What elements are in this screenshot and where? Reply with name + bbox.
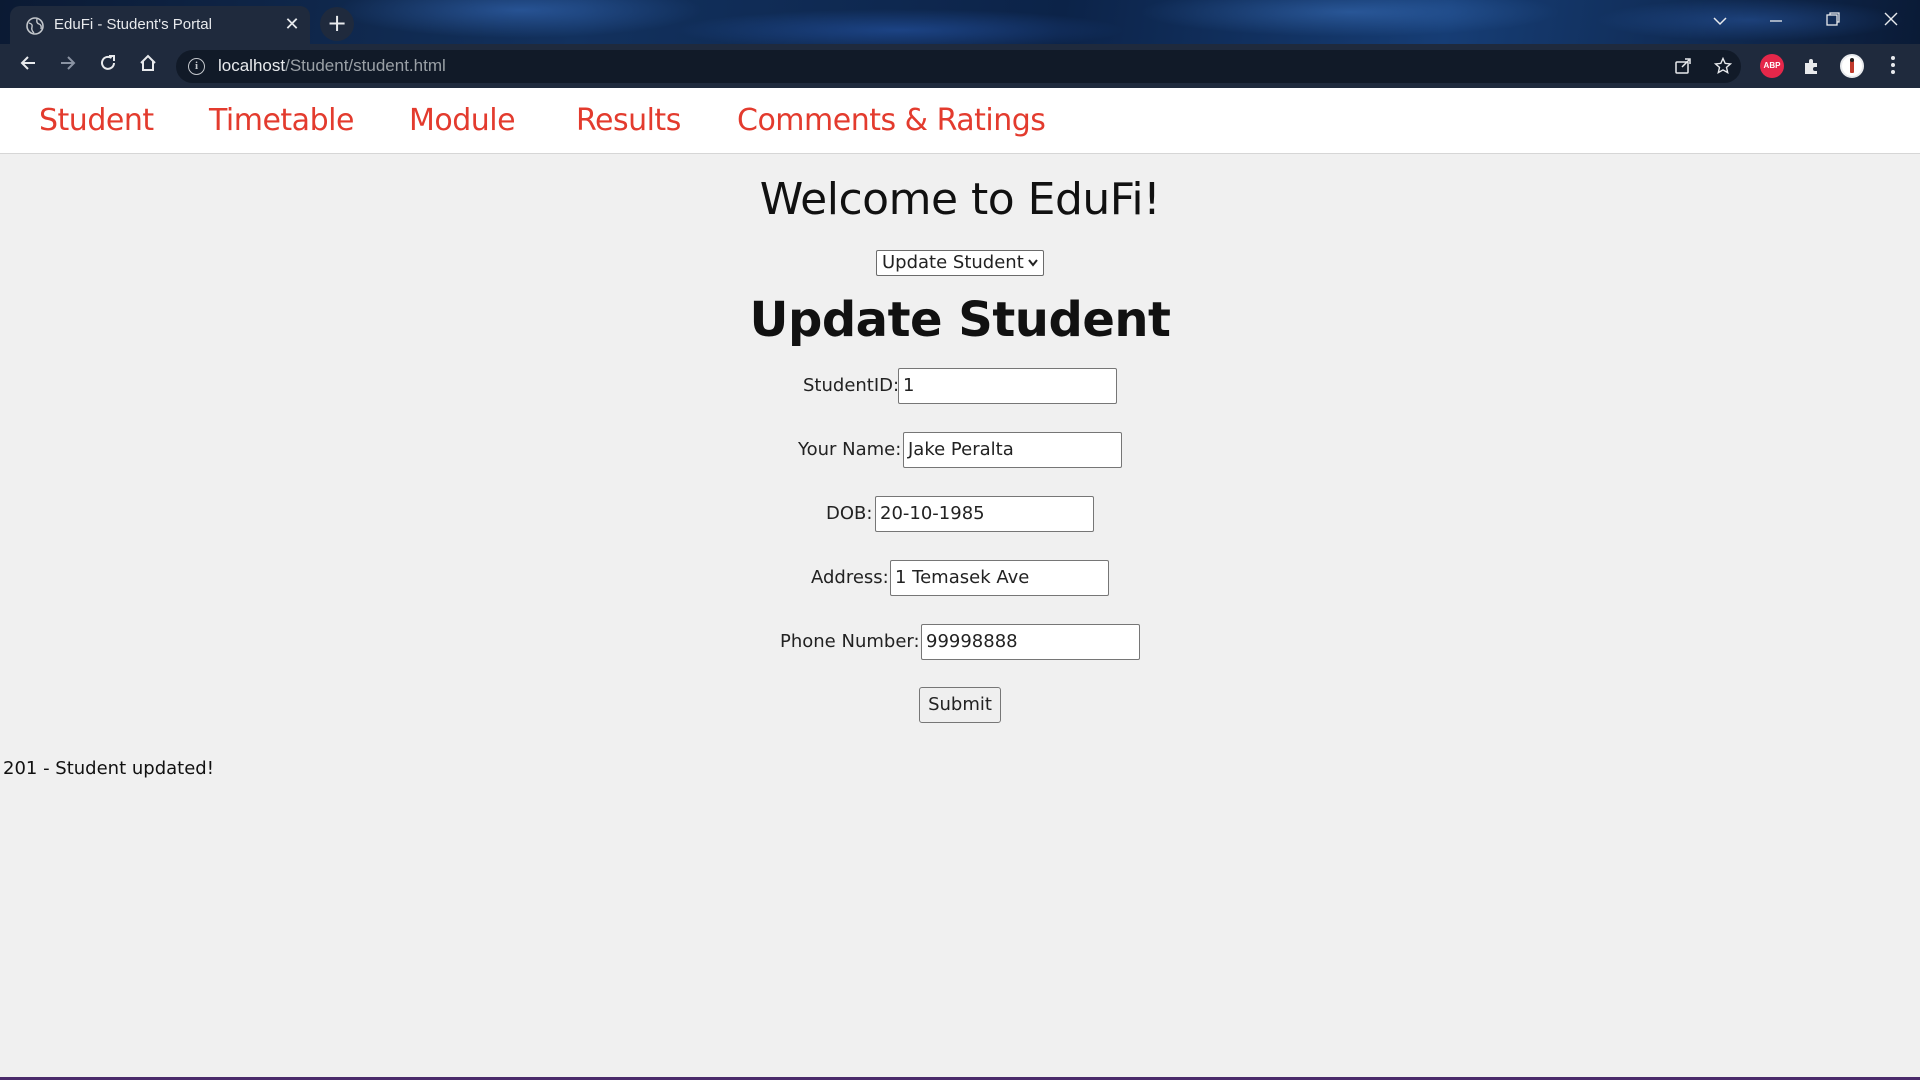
phone-label: Phone Number: <box>780 631 920 652</box>
menu-icon[interactable] <box>1882 55 1904 77</box>
profile-icon[interactable] <box>1840 54 1864 78</box>
student-id-input[interactable]: 1 <box>898 368 1117 404</box>
chevron-down-icon <box>1027 251 1039 284</box>
site-nav: Student Timetable Module Results Comment… <box>0 88 1920 154</box>
adblock-icon[interactable]: ABP <box>1760 54 1784 78</box>
info-icon[interactable]: i <box>188 58 205 75</box>
browser-toolbar: i localhost/Student/student.html ABP <box>0 44 1920 88</box>
nav-link-timetable[interactable]: Timetable <box>209 103 354 138</box>
close-icon[interactable]: ✕ <box>282 15 302 35</box>
phone-input[interactable]: 99998888 <box>921 624 1140 660</box>
browser-tab[interactable]: EduFi - Student's Portal ✕ <box>10 6 310 44</box>
restore-icon[interactable] <box>1813 6 1853 36</box>
status-message: 201 - Student updated! <box>3 758 214 779</box>
reload-icon[interactable] <box>94 52 122 80</box>
window-close-icon[interactable] <box>1871 6 1911 36</box>
page-title: Welcome to EduFi! <box>759 174 1161 225</box>
action-select-value: Update Student <box>882 252 1024 273</box>
nav-link-comments-ratings[interactable]: Comments & Ratings <box>737 103 1046 138</box>
address-bar[interactable]: i localhost/Student/student.html <box>176 50 1741 83</box>
nav-link-module[interactable]: Module <box>409 103 516 138</box>
name-input[interactable]: Jake Peralta <box>903 432 1122 468</box>
dob-input[interactable]: 20-10-1985 <box>875 496 1094 532</box>
star-icon[interactable] <box>1712 56 1734 79</box>
dob-label: DOB: <box>826 503 873 524</box>
forward-icon[interactable] <box>54 52 82 80</box>
address-input[interactable]: 1 Temasek Ave <box>890 560 1109 596</box>
home-icon[interactable] <box>134 52 162 80</box>
submit-button[interactable]: Submit <box>919 687 1001 723</box>
url-path: /Student/student.html <box>285 56 446 75</box>
puzzle-icon[interactable] <box>1800 54 1824 78</box>
share-icon[interactable] <box>1672 57 1694 79</box>
nav-link-results[interactable]: Results <box>576 103 681 138</box>
back-icon[interactable] <box>14 52 42 80</box>
minimize-icon[interactable] <box>1756 6 1796 36</box>
tab-search-icon[interactable] <box>1700 6 1740 36</box>
globe-icon <box>26 17 44 35</box>
url-text[interactable]: localhost/Student/student.html <box>218 56 446 76</box>
tab-title: EduFi - Student's Portal <box>54 16 212 33</box>
plus-icon[interactable]: + <box>320 7 354 41</box>
nav-link-student[interactable]: Student <box>39 103 154 138</box>
address-label: Address: <box>811 567 889 588</box>
form-title: Update Student <box>749 292 1171 348</box>
name-label: Your Name: <box>798 439 902 460</box>
student-id-label: StudentID: <box>803 375 900 396</box>
url-host: localhost <box>218 56 286 75</box>
action-select[interactable]: Update Student <box>876 250 1044 276</box>
browser-chrome: EduFi - Student's Portal ✕ + i localhost… <box>0 0 1920 88</box>
